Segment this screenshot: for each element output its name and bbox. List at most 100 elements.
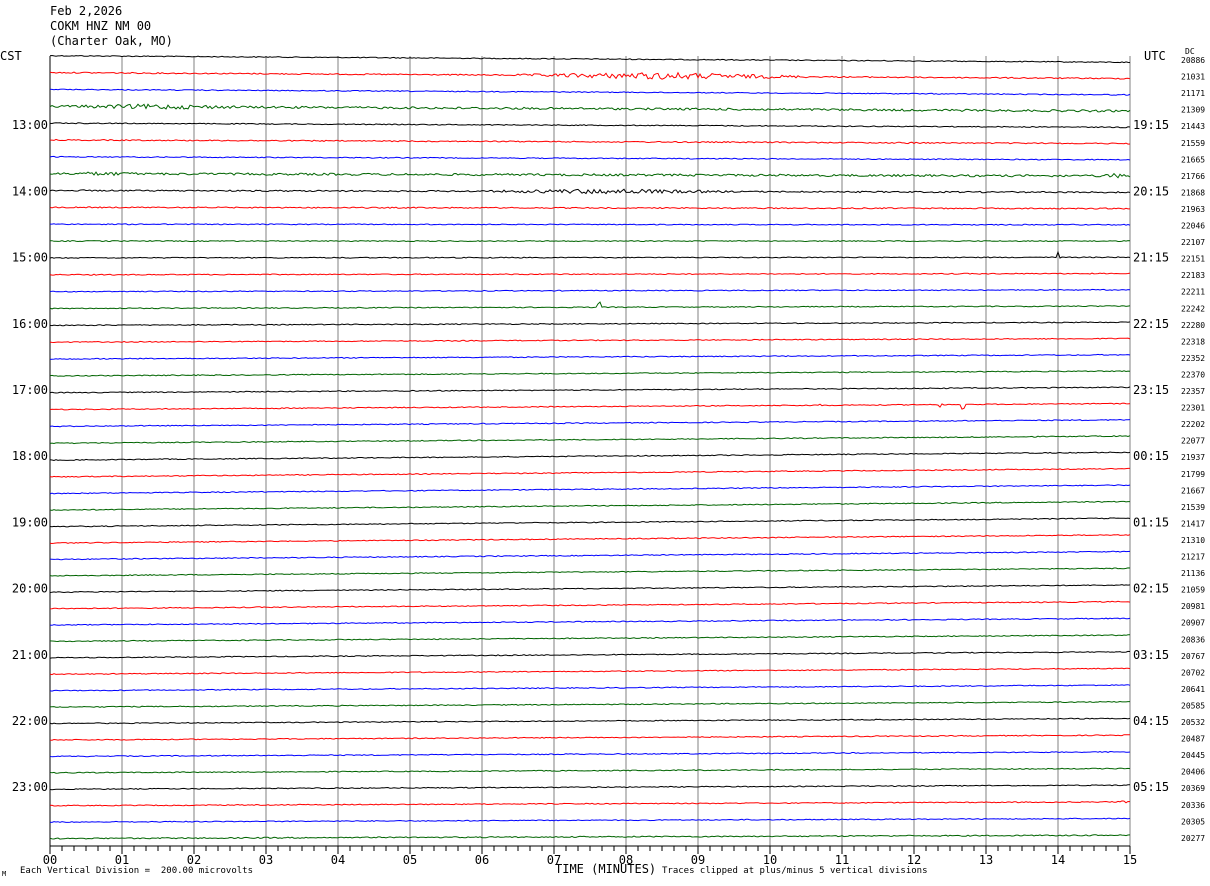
dc-offset-label: 21217 <box>1181 553 1205 562</box>
seismic-trace <box>49 484 1131 495</box>
x-tick-label: 05 <box>403 853 417 867</box>
dc-offset-label: 21443 <box>1181 122 1205 131</box>
utc-hour-label: 01:15 <box>1133 515 1169 529</box>
seismic-trace <box>49 171 1131 179</box>
cst-hour-label: 17:00 <box>12 383 48 397</box>
dc-offset-label: 21868 <box>1181 188 1205 197</box>
seismic-trace <box>49 337 1131 344</box>
seismic-trace <box>49 750 1131 758</box>
dc-offset-label: 21539 <box>1181 503 1205 512</box>
seismic-trace <box>49 288 1131 293</box>
dc-offset-label: 21799 <box>1181 470 1205 479</box>
utc-hour-label: 04:15 <box>1133 714 1169 728</box>
seismic-trace <box>49 817 1131 823</box>
x-tick-label: 11 <box>835 853 849 867</box>
x-tick-label: 06 <box>475 853 489 867</box>
seismic-trace <box>49 534 1131 545</box>
dc-offset-label: 21309 <box>1181 106 1205 115</box>
cst-hour-label: 22:00 <box>12 714 48 728</box>
seismic-trace <box>49 103 1131 113</box>
dc-offset-label: 20336 <box>1181 801 1205 810</box>
seismic-trace <box>50 223 1131 226</box>
dc-offset-label: 20532 <box>1181 718 1205 727</box>
dc-offset-label: 20886 <box>1181 56 1205 65</box>
dc-offset-label: 20406 <box>1181 768 1205 777</box>
seismic-trace <box>49 353 1131 360</box>
seismic-trace <box>49 301 1131 310</box>
x-tick-label: 15 <box>1123 853 1137 867</box>
seismic-trace <box>49 667 1131 676</box>
seismic-trace <box>49 517 1131 528</box>
dc-offset-label: 20487 <box>1181 735 1205 744</box>
seismic-trace <box>49 206 1130 210</box>
cst-hour-label: 19:00 <box>12 515 48 529</box>
seismic-trace <box>49 634 1131 643</box>
dc-offset-label: 21667 <box>1181 486 1205 495</box>
dc-offset-label: 20767 <box>1181 652 1205 661</box>
seismic-trace <box>49 88 1131 96</box>
seismic-trace <box>49 451 1131 462</box>
dc-offset-label: 22352 <box>1181 354 1205 363</box>
x-tick-label: 10 <box>763 853 777 867</box>
seismic-trace <box>49 784 1130 791</box>
seismic-trace <box>49 834 1131 840</box>
dc-offset-label: 21766 <box>1181 172 1205 181</box>
seismic-trace <box>49 684 1131 692</box>
x-tick-label: 00 <box>43 853 57 867</box>
dc-offset-label: 22357 <box>1181 387 1205 396</box>
seismic-trace <box>49 71 1131 80</box>
corner-mark: M <box>2 870 7 878</box>
dc-offset-label: 22318 <box>1181 337 1205 346</box>
x-axis-title: TIME (MINUTES) <box>555 862 657 876</box>
dc-offset-label: 20981 <box>1181 602 1205 611</box>
dc-offset-label: 20641 <box>1181 685 1205 694</box>
x-tick-label: 03 <box>259 853 273 867</box>
x-tick-label: 12 <box>907 853 921 867</box>
seismic-trace <box>49 500 1130 511</box>
dc-offset-label: 20277 <box>1181 834 1205 843</box>
cst-hour-label: 20:00 <box>12 582 48 596</box>
cst-hour-label: 13:00 <box>12 118 48 132</box>
seismic-trace <box>49 550 1131 561</box>
x-tick-label: 09 <box>691 853 705 867</box>
dc-offset-label: 22046 <box>1181 222 1205 231</box>
seismic-trace <box>49 717 1131 725</box>
seismic-trace <box>49 402 1131 411</box>
cst-hour-label: 16:00 <box>12 317 48 331</box>
utc-hour-label: 03:15 <box>1133 648 1169 662</box>
cst-hour-label: 18:00 <box>12 449 48 463</box>
dc-offset-label: 21559 <box>1181 139 1205 148</box>
seismic-trace <box>49 734 1130 741</box>
seismic-trace <box>49 155 1131 161</box>
cst-hour-label: 15:00 <box>12 251 48 265</box>
utc-hour-label: 21:15 <box>1133 251 1169 265</box>
dc-offset-label: 20836 <box>1181 635 1205 644</box>
dc-offset-label: 22242 <box>1181 304 1205 313</box>
dc-offset-label: 20369 <box>1181 784 1205 793</box>
utc-hour-label: 00:15 <box>1133 449 1169 463</box>
utc-hour-label: 19:15 <box>1133 118 1169 132</box>
utc-hour-label: 22:15 <box>1133 317 1169 331</box>
dc-offset-label: 22077 <box>1181 437 1205 446</box>
dc-offset-label: 22280 <box>1181 321 1205 330</box>
dc-offset-label: 22370 <box>1181 370 1205 379</box>
seismic-trace <box>49 321 1131 327</box>
dc-offset-label: 20305 <box>1181 817 1205 826</box>
seismic-trace <box>49 370 1131 377</box>
seismic-trace <box>49 122 1131 129</box>
seismic-trace <box>49 600 1131 610</box>
dc-offset-label: 22151 <box>1181 255 1205 264</box>
seismic-trace <box>49 767 1131 774</box>
scale-note: Each Vertical Division = 200.00 microvol… <box>20 866 253 876</box>
dc-offset-label: 21417 <box>1181 519 1205 528</box>
seismic-trace <box>49 240 1131 243</box>
dc-offset-label: 21310 <box>1181 536 1205 545</box>
clip-note: Traces clipped at plus/minus 5 vertical … <box>662 866 928 876</box>
utc-hour-label: 20:15 <box>1133 184 1169 198</box>
seismic-trace <box>49 435 1131 445</box>
seismic-trace <box>49 650 1131 659</box>
dc-offset-label: 20702 <box>1181 668 1205 677</box>
seismic-trace <box>49 272 1131 276</box>
seismic-trace <box>49 250 1131 259</box>
seismic-trace <box>49 386 1131 394</box>
